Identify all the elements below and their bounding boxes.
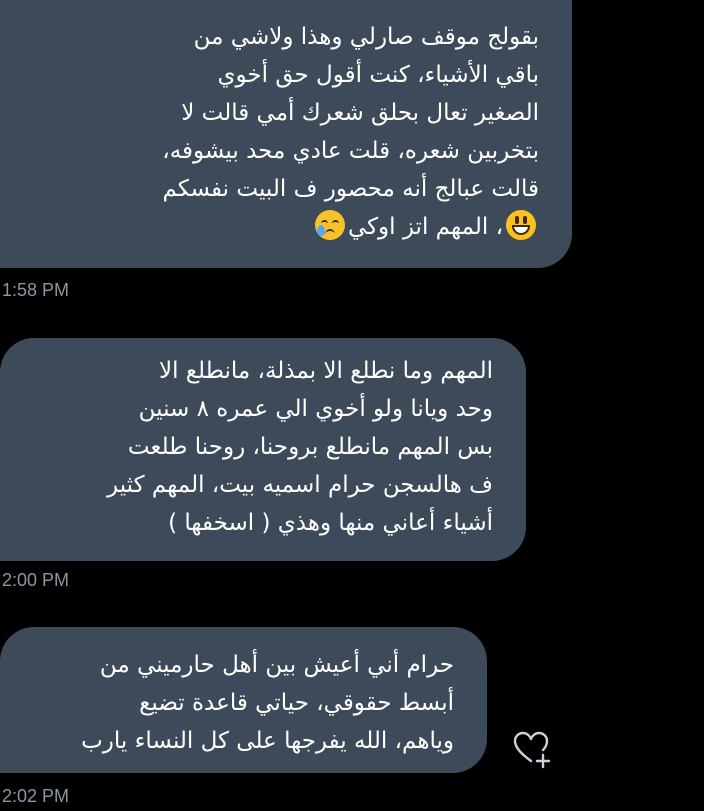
message-line: بتخربين شعره، قلت عادي محد بيشوفه، <box>162 138 539 164</box>
message-bubble[interactable]: المهم وما نطلع الا بمذلة، مانطلع الا وحد… <box>0 338 526 561</box>
message-text: ، المهم اتز اوكي <box>347 214 503 240</box>
message-line-with-emoji: ، المهم اتز اوكي <box>12 208 539 246</box>
message-line: بس المهم مانطلع بروحنا، روحنا طلعت <box>127 434 493 460</box>
message-line: أشياء أعاني منها وهذي ( اسخفها ) <box>168 510 493 536</box>
crying-face-icon <box>314 210 345 240</box>
message-line: باقي الأشياء، كنت أقول حق أخوي <box>217 62 539 88</box>
smiling-face-icon <box>506 210 536 240</box>
message-line: حرام أني أعيش بين أهل حارميني من <box>99 652 454 678</box>
message-line: بقولج موقف صارلي وهذا ولاشي من <box>193 24 539 50</box>
message-timestamp: 2:02 PM <box>2 786 70 806</box>
message-timestamp: 2:00 PM <box>2 570 70 590</box>
message-line: وياهم، الله يفرجها على كل النساء يارب <box>81 728 454 754</box>
message-timestamp: 1:58 PM <box>2 280 70 300</box>
message-line: قالت عبالج أنه محصور ف البيت نفسكم <box>162 176 539 202</box>
message-bubble[interactable]: بقولج موقف صارلي وهذا ولاشي من باقي الأش… <box>0 0 572 268</box>
message-bubble[interactable]: حرام أني أعيش بين أهل حارميني من أبسط حق… <box>0 627 487 773</box>
message-line: وحد ويانا ولو أخوي الي عمره ٨ سنين <box>138 396 493 422</box>
heart-plus-icon[interactable] <box>512 730 552 770</box>
message-line: المهم وما نطلع الا بمذلة، مانطلع الا <box>158 358 493 384</box>
message-line: ف هالسجن حرام اسميه بيت، المهم كثير <box>107 472 493 498</box>
message-line: أبسط حقوقي، حياتي قاعدة تضيع <box>139 690 454 716</box>
message-line: الصغير تعال بحلق شعرك أمي قالت لا <box>181 100 539 126</box>
